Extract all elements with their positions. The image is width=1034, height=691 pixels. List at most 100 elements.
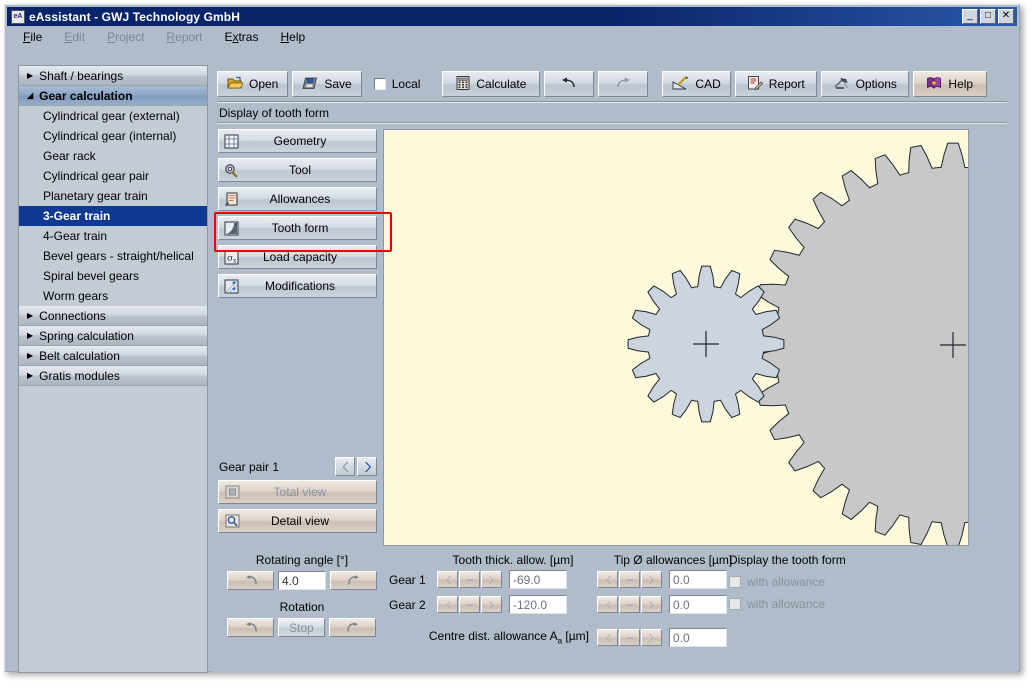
rotate-ccw-button[interactable] bbox=[227, 571, 274, 590]
undo-button[interactable] bbox=[544, 71, 594, 97]
help-book-icon bbox=[926, 76, 942, 93]
total-view-icon bbox=[222, 483, 242, 501]
gear1-tooth-thick-input[interactable]: -69.0 bbox=[509, 570, 567, 589]
tab-tool[interactable]: Tool bbox=[218, 158, 377, 182]
modifications-icon bbox=[222, 277, 240, 295]
maximize-button[interactable]: □ bbox=[980, 9, 996, 24]
sidebar-item-gear-rack[interactable]: Gear rack bbox=[19, 146, 207, 166]
centre-dist-minus[interactable] bbox=[619, 629, 640, 646]
tab-geometry[interactable]: Geometry bbox=[218, 129, 377, 153]
gear2-tooth-thick-prev[interactable] bbox=[437, 596, 458, 613]
gear1-tooth-thick-prev[interactable] bbox=[437, 571, 458, 588]
detail-view-label: Detail view bbox=[242, 514, 376, 528]
sidebar-item-cylindrical-gear-external[interactable]: Cylindrical gear (external) bbox=[19, 106, 207, 126]
cad-icon bbox=[672, 76, 689, 93]
help-button[interactable]: Help bbox=[913, 71, 987, 97]
rotation-group: Rotation Stop bbox=[227, 600, 377, 637]
gear1-tip-dia-next[interactable] bbox=[641, 571, 662, 588]
tab-tool-label: Tool bbox=[240, 163, 376, 177]
sidebar-group-spring-calculation[interactable]: ▶ Spring calculation bbox=[19, 326, 207, 346]
minimize-button[interactable]: _ bbox=[962, 9, 978, 24]
gear1-tooth-thick-minus[interactable] bbox=[459, 571, 480, 588]
sidebar-group-gratis-modules[interactable]: ▶ Gratis modules bbox=[19, 366, 207, 386]
calculate-button[interactable]: Calculate bbox=[442, 71, 540, 97]
tooth-form-canvas[interactable] bbox=[383, 129, 969, 546]
sidebar-item-cylindrical-gear-internal[interactable]: Cylindrical gear (internal) bbox=[19, 126, 207, 146]
gear1-tip-dia-minus[interactable] bbox=[619, 571, 640, 588]
gear2-tooth-thick-input[interactable]: -120.0 bbox=[509, 595, 567, 614]
chevron-right-icon: ▶ bbox=[27, 346, 33, 366]
rotating-angle-group: Rotating angle [°] 4.0 bbox=[227, 553, 377, 590]
cad-button[interactable]: CAD bbox=[662, 71, 730, 97]
with-allowance-checkbox-2[interactable] bbox=[729, 598, 741, 610]
rotation-ccw-button[interactable] bbox=[227, 618, 274, 637]
spin-left-icon bbox=[603, 575, 613, 585]
tab-tooth-form-label: Tooth form bbox=[240, 221, 376, 235]
gear-pair-prev-button[interactable] bbox=[335, 457, 355, 476]
save-button[interactable]: Save bbox=[292, 71, 361, 97]
tab-allowances[interactable]: Allowances bbox=[218, 187, 377, 211]
gear-pair-nav: Gear pair 1 bbox=[219, 457, 377, 476]
display-group-label: Display the tooth form bbox=[729, 553, 929, 567]
rotate-cw-button[interactable] bbox=[330, 571, 377, 590]
rotation-stop-button[interactable]: Stop bbox=[278, 618, 325, 637]
gear1-tip-dia-input[interactable]: 0.0 bbox=[669, 570, 727, 589]
menu-edit[interactable]: Edit bbox=[64, 30, 85, 44]
sidebar-group-gear-calculation[interactable]: ◢ Gear calculation bbox=[19, 86, 207, 106]
grid-icon bbox=[222, 132, 240, 150]
sidebar-item-bevel-gears[interactable]: Bevel gears - straight/helical bbox=[19, 246, 207, 266]
spin-left-icon bbox=[443, 600, 453, 610]
centre-dist-next[interactable] bbox=[641, 629, 662, 646]
rotating-angle-input[interactable]: 4.0 bbox=[278, 571, 326, 590]
centre-dist-prev[interactable] bbox=[597, 629, 618, 646]
open-button[interactable]: Open bbox=[217, 71, 288, 97]
gear2-tooth-thick-next[interactable] bbox=[481, 596, 502, 613]
window-title: eAssistant - GWJ Technology GmbH bbox=[29, 10, 240, 24]
gear1-tip-dia-prev[interactable] bbox=[597, 571, 618, 588]
options-button[interactable]: Options bbox=[821, 71, 909, 97]
menu-extras[interactable]: Extras bbox=[224, 30, 258, 44]
local-checkbox[interactable]: Local bbox=[366, 77, 429, 91]
gear2-tip-dia-minus[interactable] bbox=[619, 596, 640, 613]
gear-pair-next-button[interactable] bbox=[357, 457, 377, 476]
sidebar-group-shaft-bearings[interactable]: ▶ Shaft / bearings bbox=[19, 66, 207, 86]
with-allowance-checkbox-1[interactable] bbox=[729, 576, 741, 588]
sidebar-item-spiral-bevel-gears[interactable]: Spiral bevel gears bbox=[19, 266, 207, 286]
display-tooth-form-group: Display the tooth form with allowance wi… bbox=[729, 553, 929, 611]
menu-report[interactable]: Report bbox=[166, 30, 202, 44]
gear2-tooth-thick-minus[interactable] bbox=[459, 596, 480, 613]
sidebar-group-belt-calculation[interactable]: ▶ Belt calculation bbox=[19, 346, 207, 366]
rotation-label: Rotation bbox=[227, 600, 377, 614]
sidebar-item-3-gear-train[interactable]: 3-Gear train bbox=[19, 206, 207, 226]
spin-right-icon bbox=[647, 633, 657, 643]
report-button[interactable]: Report bbox=[735, 71, 817, 97]
chevron-right-icon: ▶ bbox=[27, 326, 33, 346]
total-view-button[interactable]: Total view bbox=[218, 480, 377, 504]
rotation-cw-button[interactable] bbox=[329, 618, 376, 637]
tab-modifications[interactable]: Modifications bbox=[218, 274, 377, 298]
open-button-label: Open bbox=[249, 77, 278, 91]
report-icon bbox=[747, 76, 763, 93]
gear2-tip-dia-input[interactable]: 0.0 bbox=[669, 595, 727, 614]
sidebar-item-cylindrical-gear-pair[interactable]: Cylindrical gear pair bbox=[19, 166, 207, 186]
detail-view-button[interactable]: Detail view bbox=[218, 509, 377, 533]
application-window: eA eAssistant - GWJ Technology GmbH _ □ … bbox=[4, 4, 1020, 672]
gear2-tip-dia-prev[interactable] bbox=[597, 596, 618, 613]
spin-minus-icon bbox=[465, 600, 475, 610]
gear-pair-buttons bbox=[335, 457, 377, 476]
menu-file[interactable]: File bbox=[23, 30, 42, 44]
gear2-tip-dia-next[interactable] bbox=[641, 596, 662, 613]
menu-project[interactable]: Project bbox=[107, 30, 144, 44]
menu-help[interactable]: Help bbox=[280, 30, 305, 44]
tab-tooth-form[interactable]: Tooth form bbox=[218, 216, 377, 240]
sidebar-item-worm-gears[interactable]: Worm gears bbox=[19, 286, 207, 306]
detail-view-icon bbox=[222, 512, 242, 530]
sidebar-item-4-gear-train[interactable]: 4-Gear train bbox=[19, 226, 207, 246]
close-button[interactable]: ✕ bbox=[998, 9, 1014, 24]
sidebar-item-planetary-gear-train[interactable]: Planetary gear train bbox=[19, 186, 207, 206]
sidebar-group-connections[interactable]: ▶ Connections bbox=[19, 306, 207, 326]
redo-button[interactable] bbox=[598, 71, 648, 97]
tab-load-capacity[interactable]: σx Load capacity bbox=[218, 245, 377, 269]
centre-dist-input[interactable]: 0.0 bbox=[669, 628, 727, 647]
gear1-tooth-thick-next[interactable] bbox=[481, 571, 502, 588]
